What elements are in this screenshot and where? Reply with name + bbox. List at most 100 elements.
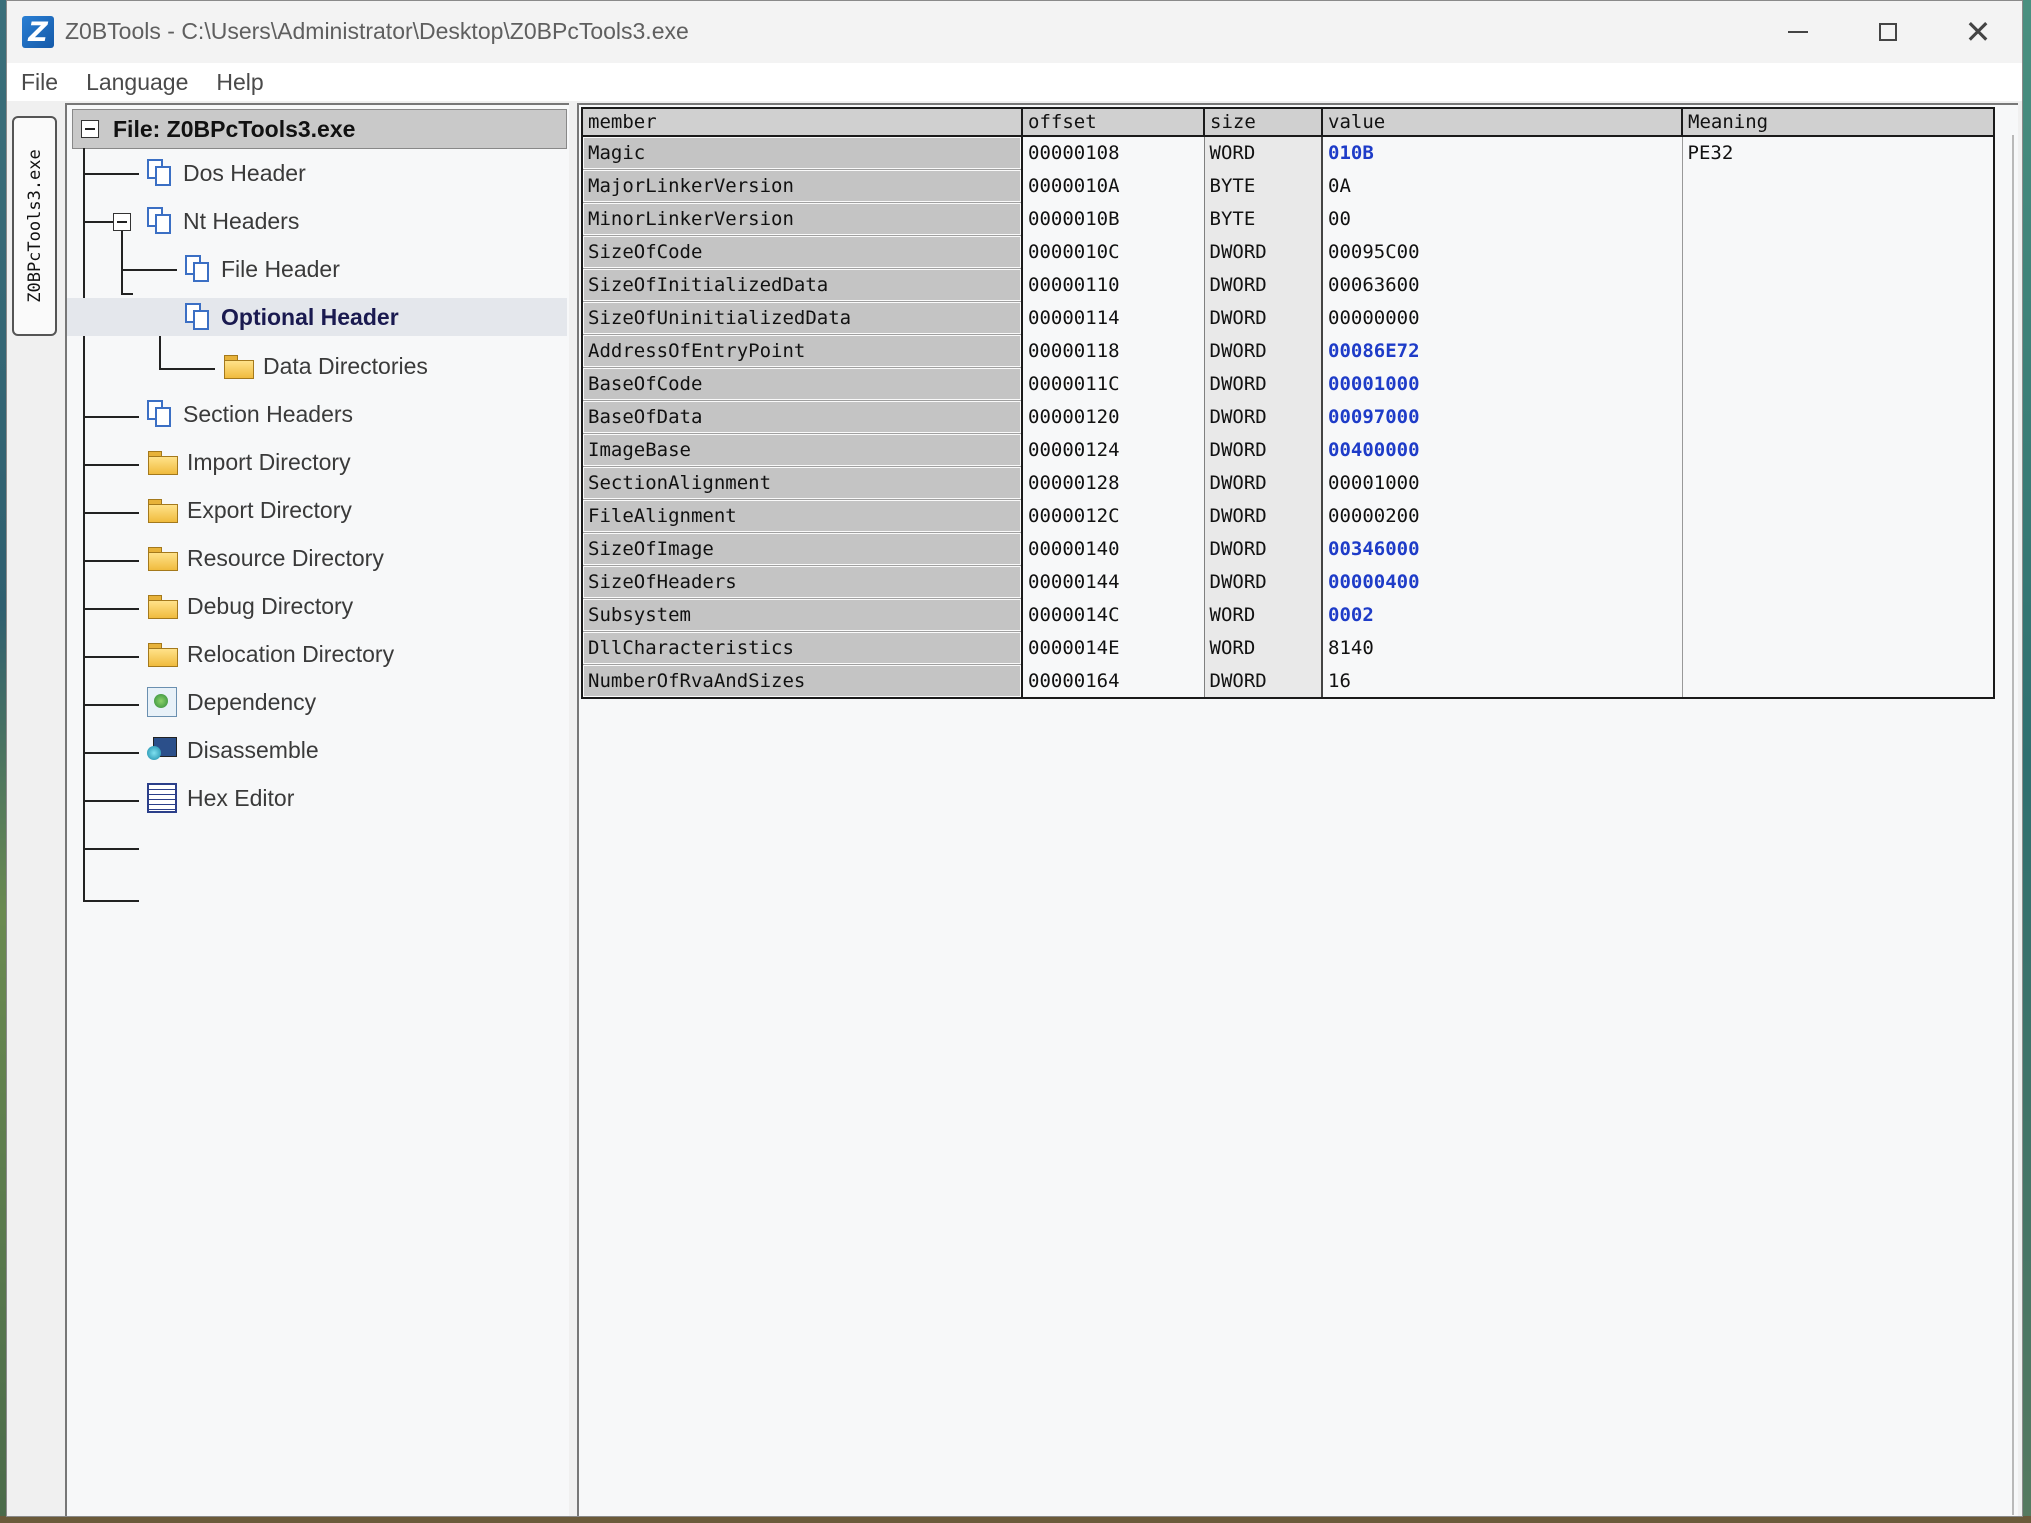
cell-value[interactable]: 16 xyxy=(1321,664,1682,699)
panel-splitter[interactable] xyxy=(569,103,577,1516)
tree-node-dos-header[interactable]: Dos Header xyxy=(147,154,306,192)
table-row[interactable]: SectionAlignment 00000128 DWORD 00001000 xyxy=(581,466,1995,500)
tree-node-export-directory[interactable]: Export Directory xyxy=(147,491,352,529)
scrollbar-thumb[interactable] xyxy=(2012,135,2014,1515)
maximize-button[interactable] xyxy=(1844,1,1932,63)
disassemble-icon xyxy=(147,736,177,764)
tree-connector xyxy=(83,752,139,754)
tree-node-section-headers[interactable]: Section Headers xyxy=(147,395,353,433)
tree-node-debug-directory[interactable]: Debug Directory xyxy=(147,587,353,625)
tab-file[interactable]: Z0BPcTools3.exe xyxy=(12,116,57,336)
cell-value[interactable]: 00086E72 xyxy=(1321,334,1682,368)
column-header-meaning[interactable]: Meaning xyxy=(1681,107,1995,137)
tree-node-label: Dos Header xyxy=(183,159,306,186)
tree-root-node[interactable]: File: Z0BPcTools3.exe xyxy=(72,109,567,149)
column-header-size[interactable]: size xyxy=(1203,107,1323,137)
cell-size: BYTE xyxy=(1203,169,1322,203)
collapse-nt-headers-toggle[interactable] xyxy=(113,213,131,231)
tree-node-relocation-directory[interactable]: Relocation Directory xyxy=(147,635,394,673)
table-header-row: member offset size value Meaning xyxy=(581,107,1995,137)
menu-help[interactable]: Help xyxy=(202,69,277,96)
tree-node-nt-headers[interactable]: Nt Headers xyxy=(147,202,299,240)
tree-node-label: Resource Directory xyxy=(187,544,384,571)
menu-file[interactable]: File xyxy=(7,69,72,96)
cell-value[interactable]: 00001000 xyxy=(1321,466,1682,500)
cell-meaning xyxy=(1681,202,1995,236)
column-header-offset[interactable]: offset xyxy=(1021,107,1205,137)
cell-value[interactable]: 00000000 xyxy=(1321,301,1682,335)
tree-connector xyxy=(83,800,139,802)
table-row[interactable]: Magic 00000108 WORD 010B PE32 xyxy=(581,135,1995,170)
cell-member: SizeOfImage xyxy=(581,532,1023,566)
table-row[interactable]: Subsystem 0000014C WORD 0002 xyxy=(581,598,1995,632)
collapse-root-toggle[interactable] xyxy=(81,120,99,138)
cell-value[interactable]: 00063600 xyxy=(1321,268,1682,302)
cell-value[interactable]: 00000400 xyxy=(1321,565,1682,599)
tree-node-label: Export Directory xyxy=(187,496,352,523)
table-row[interactable]: SizeOfHeaders 00000144 DWORD 00000400 xyxy=(581,565,1995,599)
table-row[interactable]: MajorLinkerVersion 0000010A BYTE 0A xyxy=(581,169,1995,203)
table-row[interactable]: BaseOfData 00000120 DWORD 00097000 xyxy=(581,400,1995,434)
menu-bar: File Language Help xyxy=(7,63,2022,101)
column-header-member[interactable]: member xyxy=(581,107,1023,137)
tree-node-file-header[interactable]: File Header xyxy=(185,250,340,288)
cell-value[interactable]: 00400000 xyxy=(1321,433,1682,467)
cell-value[interactable]: 00000200 xyxy=(1321,499,1682,533)
cell-meaning xyxy=(1681,400,1995,434)
cell-offset: 0000012C xyxy=(1021,499,1204,533)
tree-node-import-directory[interactable]: Import Directory xyxy=(147,443,351,481)
cell-value[interactable]: 00001000 xyxy=(1321,367,1682,401)
tree-node-data-directories[interactable]: Data Directories xyxy=(223,347,428,385)
cell-value[interactable]: 8140 xyxy=(1321,631,1682,665)
table-row[interactable]: BaseOfCode 0000011C DWORD 00001000 xyxy=(581,367,1995,401)
menu-language[interactable]: Language xyxy=(72,69,202,96)
cell-value[interactable]: 00095C00 xyxy=(1321,235,1682,269)
app-window: Z Z0BTools - C:\Users\Administrator\Desk… xyxy=(6,0,2023,1517)
cell-member: SizeOfInitializedData xyxy=(581,268,1023,302)
table-row[interactable]: AddressOfEntryPoint 00000118 DWORD 00086E72 xyxy=(581,334,1995,368)
cell-meaning xyxy=(1681,301,1995,335)
cell-value[interactable]: 00 xyxy=(1321,202,1682,236)
tree-node-resource-directory[interactable]: Resource Directory xyxy=(147,539,384,577)
tree-connector xyxy=(83,173,139,175)
window-title: Z0BTools - C:\Users\Administrator\Deskto… xyxy=(65,18,689,44)
cell-meaning xyxy=(1681,268,1995,302)
cell-value[interactable]: 0A xyxy=(1321,169,1682,203)
cell-member: AddressOfEntryPoint xyxy=(581,334,1023,368)
cell-offset: 00000140 xyxy=(1021,532,1204,566)
column-header-value[interactable]: value xyxy=(1321,107,1683,137)
cell-value[interactable]: 0002 xyxy=(1321,598,1682,632)
table-row[interactable]: FileAlignment 0000012C DWORD 00000200 xyxy=(581,499,1995,533)
tree-node-label: Hex Editor xyxy=(187,784,295,811)
table-row[interactable]: SizeOfInitializedData 00000110 DWORD 000636… xyxy=(581,268,1995,302)
cell-offset: 00000110 xyxy=(1021,268,1204,302)
tree-connector xyxy=(83,464,139,466)
table-row[interactable]: SizeOfCode 0000010C DWORD 00095C00 xyxy=(581,235,1995,269)
tree-node-label: Nt Headers xyxy=(183,207,300,234)
vertical-scrollbar[interactable] xyxy=(2009,135,2017,1515)
tree-node-disassemble[interactable]: Disassemble xyxy=(147,731,319,769)
cell-size: DWORD xyxy=(1203,367,1322,401)
pe-tree-view[interactable]: File: Z0BPcTools3.exe Dos Header Nt Head… xyxy=(65,103,569,1516)
cell-meaning xyxy=(1681,532,1995,566)
tree-node-optional-header[interactable]: Optional Header xyxy=(67,298,567,336)
folder-icon xyxy=(147,546,178,571)
hex-editor-icon xyxy=(147,783,177,813)
title-bar[interactable]: Z Z0BTools - C:\Users\Administrator\Desk… xyxy=(7,1,2022,63)
desktop-background-right xyxy=(2023,0,2031,1523)
cell-member: SectionAlignment xyxy=(581,466,1023,500)
minimize-button[interactable] xyxy=(1754,1,1842,63)
cell-value[interactable]: 00097000 xyxy=(1321,400,1682,434)
table-row[interactable]: SizeOfImage 00000140 DWORD 00346000 xyxy=(581,532,1995,566)
cell-value[interactable]: 00346000 xyxy=(1321,532,1682,566)
tree-node-hex-editor[interactable]: Hex Editor xyxy=(147,779,294,817)
table-row[interactable]: ImageBase 00000124 DWORD 00400000 xyxy=(581,433,1995,467)
tree-node-dependency[interactable]: Dependency xyxy=(147,683,316,721)
close-button[interactable]: ✕ xyxy=(1934,1,2022,63)
cell-value[interactable]: 010B xyxy=(1321,136,1682,170)
cell-meaning xyxy=(1681,235,1995,269)
table-row[interactable]: SizeOfUninitializedData 00000114 DWORD 0000… xyxy=(581,301,1995,335)
table-row[interactable]: DllCharacteristics 0000014E WORD 8140 xyxy=(581,631,1995,665)
table-row[interactable]: MinorLinkerVersion 0000010B BYTE 00 xyxy=(581,202,1995,236)
table-row[interactable]: NumberOfRvaAndSizes 00000164 DWORD 16 xyxy=(581,664,1995,699)
